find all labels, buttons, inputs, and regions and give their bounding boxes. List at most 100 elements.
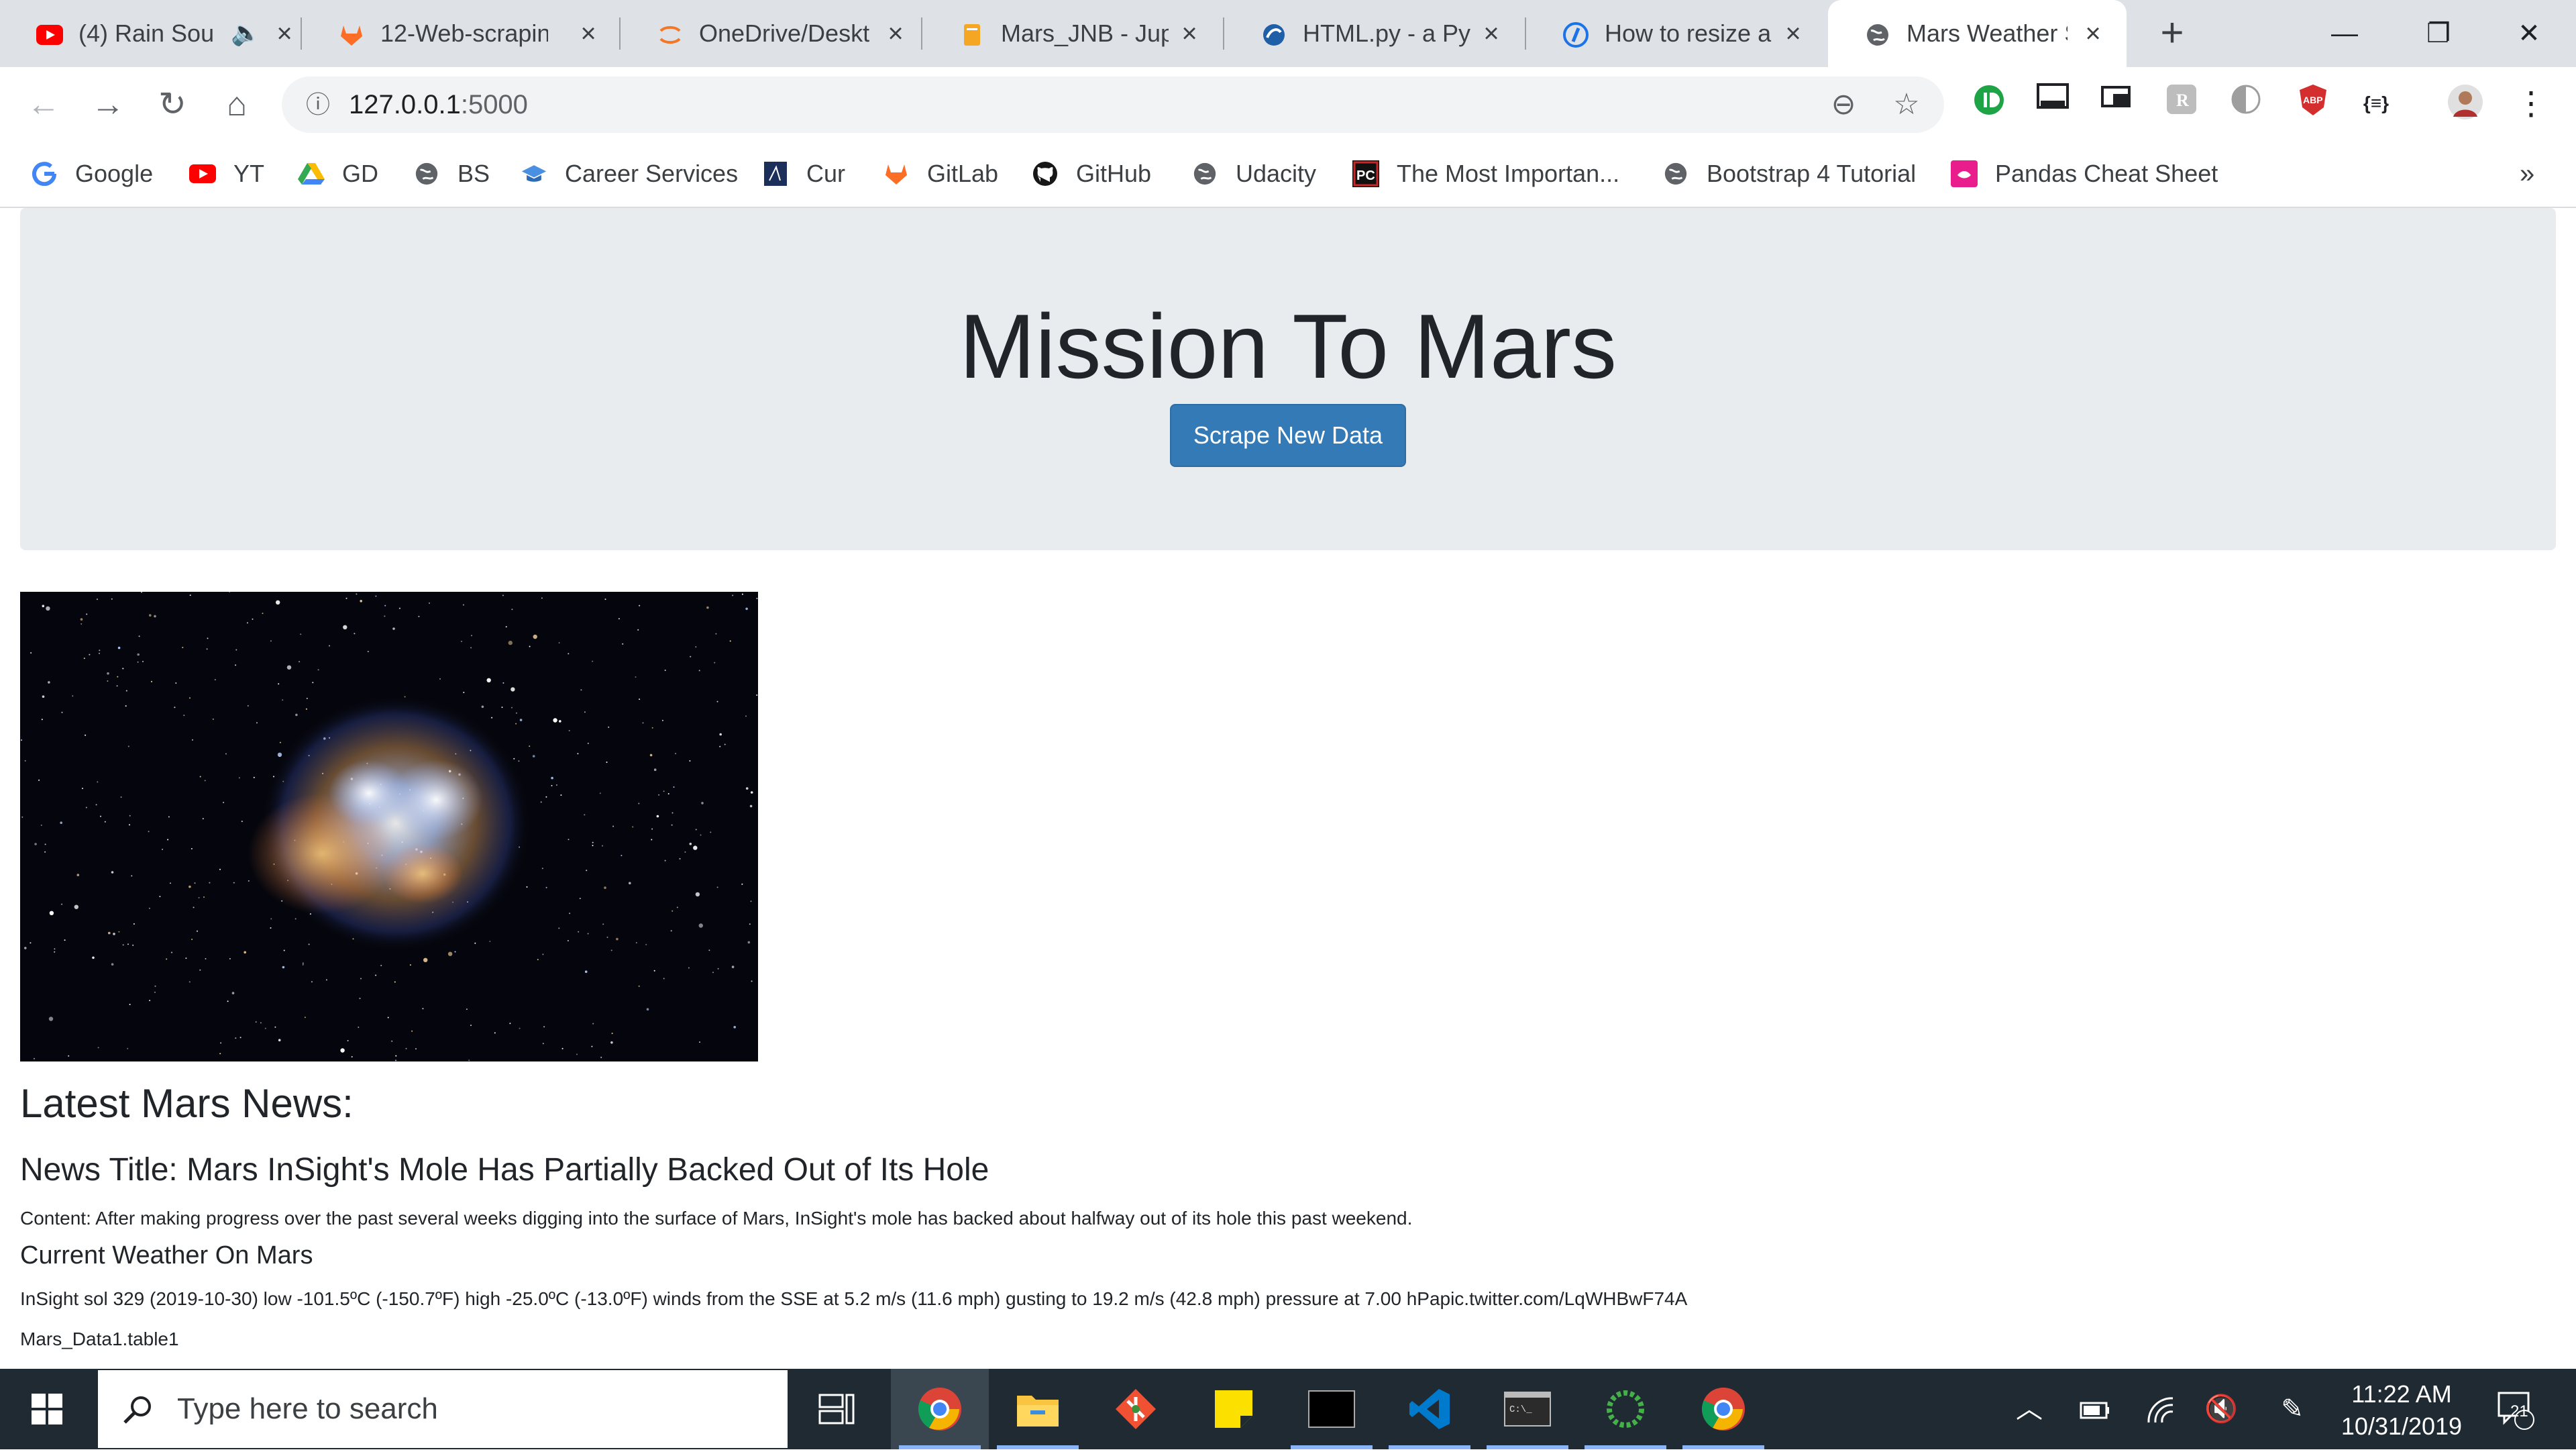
pen-icon[interactable]: ✎ xyxy=(2269,1369,2316,1449)
weather-text: InSight sol 329 (2019-10-30) low -101.5º… xyxy=(20,1288,1688,1309)
taskbar-git[interactable] xyxy=(1087,1369,1185,1449)
search-icon xyxy=(123,1396,151,1424)
show-hidden-icons-button[interactable]: ︿ xyxy=(2006,1369,2053,1449)
volume-muted-icon[interactable]: 🔇 xyxy=(2198,1369,2245,1449)
bookmark-pandas[interactable]: Pandas Cheat Sheet xyxy=(1951,141,2218,207)
terminal-icon xyxy=(1308,1390,1355,1428)
extension-cast-icon[interactable] xyxy=(2097,83,2137,123)
url-text[interactable]: 127.0.0.1:5000 xyxy=(349,76,528,133)
home-button[interactable]: ⌂ xyxy=(213,81,260,127)
bookmark-bootstrap[interactable]: Bootstrap 4 Tutorial xyxy=(1662,141,1916,207)
close-icon[interactable]: × xyxy=(1478,20,1505,47)
scrape-new-data-button[interactable]: Scrape New Data xyxy=(1170,404,1406,467)
close-window-button[interactable]: ✕ xyxy=(2482,0,2576,67)
reload-button[interactable]: ↻ xyxy=(149,81,196,127)
tab-title: HTML.py - a Pyt xyxy=(1303,19,1470,47)
close-icon[interactable]: × xyxy=(2080,20,2106,47)
battery-icon[interactable] xyxy=(2070,1369,2117,1449)
speaker-icon[interactable]: 🔈 xyxy=(231,19,261,47)
extension-reader-icon[interactable]: R xyxy=(2161,83,2202,123)
taskbar-chrome-2[interactable] xyxy=(1674,1369,1772,1449)
taskbar-clock[interactable]: 11:22 AM 10/31/2019 xyxy=(2328,1378,2475,1443)
weather-heading: Current Weather On Mars xyxy=(20,1241,313,1269)
page-viewport: Mission To Mars Scrape New Data Latest M… xyxy=(0,208,2576,1369)
notification-center-icon[interactable]: 21 xyxy=(2486,1369,2546,1449)
minimize-button[interactable]: — xyxy=(2298,0,2392,67)
new-tab-button[interactable]: + xyxy=(2152,13,2192,54)
bookmark-github[interactable]: GitHub xyxy=(1032,141,1151,207)
close-icon[interactable]: × xyxy=(882,20,909,47)
globe-icon xyxy=(413,160,440,187)
wifi-icon[interactable] xyxy=(2137,1369,2184,1449)
globe-icon xyxy=(1191,160,1218,187)
star-icon[interactable]: ☆ xyxy=(1886,85,1927,125)
bookmark-cur[interactable]: Cur xyxy=(762,141,845,207)
clock-time: 11:22 AM xyxy=(2351,1380,2452,1408)
tab-mars-jnb[interactable]: Mars_JNB - Jupy × xyxy=(922,0,1224,67)
git-icon xyxy=(1116,1389,1156,1429)
notebook-icon xyxy=(959,21,985,48)
bookmark-google[interactable]: Google xyxy=(31,141,153,207)
vscode-icon xyxy=(1409,1389,1450,1429)
tab-rain-sounds[interactable]: (4) Rain Sou 🔈 × xyxy=(0,0,302,67)
close-icon[interactable]: × xyxy=(271,20,298,47)
page-title: Mission To Mars xyxy=(959,295,1617,397)
tab-how-to-resize[interactable]: How to resize a × xyxy=(1526,0,1828,67)
bookmark-label: GD xyxy=(342,160,378,187)
news-heading: Latest Mars News: xyxy=(20,1081,354,1126)
json-formatter-icon[interactable]: {≡} xyxy=(2356,83,2396,123)
tab-mars-weather[interactable]: Mars Weather S × xyxy=(1828,0,2127,67)
taskbar-chrome[interactable] xyxy=(891,1369,989,1449)
tab-web-scraping[interactable]: 12-Web-scrapin × xyxy=(302,0,621,67)
tab-strip: (4) Rain Sou 🔈 × 12-Web-scrapin × OneDri… xyxy=(0,0,2576,67)
taskbar-terminal[interactable] xyxy=(1283,1369,1381,1449)
bookmark-gitlab[interactable]: GitLab xyxy=(883,141,998,207)
google-icon xyxy=(31,160,58,187)
pandas-icon xyxy=(1951,160,1978,187)
bookmark-label: GitHub xyxy=(1076,160,1152,187)
python-icon xyxy=(1260,21,1287,48)
nebula-starfield-image xyxy=(20,592,758,1061)
taskbar-file-explorer[interactable] xyxy=(989,1369,1087,1449)
bookmark-bs[interactable]: BS xyxy=(413,141,490,207)
menu-icon[interactable]: ⋮ xyxy=(2508,81,2555,127)
cmd-icon: C:\_ xyxy=(1504,1392,1551,1427)
taskbar-cmd[interactable]: C:\_ xyxy=(1479,1369,1576,1449)
task-view-button[interactable] xyxy=(788,1369,885,1449)
adblock-icon[interactable]: ABP xyxy=(2293,83,2333,123)
bookmarks-overflow-button[interactable]: » xyxy=(2520,141,2534,207)
taskbar-sticky-notes[interactable] xyxy=(1185,1369,1283,1449)
news-content: Content: After making progress over the … xyxy=(20,1208,1413,1229)
close-icon[interactable]: × xyxy=(575,20,602,47)
youtube-icon xyxy=(36,21,63,48)
restore-button[interactable]: ❐ xyxy=(2392,0,2485,67)
svg-text:R: R xyxy=(2176,91,2189,110)
forward-button[interactable]: → xyxy=(85,81,131,127)
table-label: Mars_Data1.table1 xyxy=(20,1329,179,1349)
start-button[interactable] xyxy=(0,1369,94,1449)
tab-html-py[interactable]: HTML.py - a Pyt × xyxy=(1224,0,1526,67)
extension-dark-mode-icon[interactable] xyxy=(2226,83,2266,123)
jumbotron: Mission To Mars Scrape New Data xyxy=(20,208,2556,550)
close-icon[interactable]: × xyxy=(1176,20,1203,47)
tab-title: Mars_JNB - Jupy xyxy=(1001,19,1169,47)
extension-screen-icon[interactable] xyxy=(2033,83,2073,123)
extension-id-icon[interactable] xyxy=(1969,83,2009,123)
bookmark-label: Bootstrap 4 Tutorial xyxy=(1707,160,1917,187)
info-icon[interactable]: ⓘ xyxy=(298,85,338,125)
zoom-icon[interactable]: ⊖ xyxy=(1823,85,1864,125)
bookmark-udacity[interactable]: Udacity xyxy=(1191,141,1316,207)
close-icon[interactable]: × xyxy=(1780,20,1807,47)
bookmark-career-services[interactable]: Career Services xyxy=(521,141,738,207)
taskbar-vscode[interactable] xyxy=(1381,1369,1479,1449)
avatar[interactable] xyxy=(2445,83,2485,123)
taskbar-search-box[interactable]: Type here to search xyxy=(98,1370,788,1448)
bookmark-most-important[interactable]: PC The Most Importan... xyxy=(1352,141,1619,207)
taskbar-anaconda[interactable] xyxy=(1576,1369,1674,1449)
bookmark-gd[interactable]: GD xyxy=(298,141,378,207)
back-button[interactable]: ← xyxy=(20,81,67,127)
news-title: News Title: Mars InSight's Mole Has Part… xyxy=(20,1152,989,1188)
address-bar[interactable]: ⓘ 127.0.0.1:5000 ⊖ ☆ xyxy=(282,76,1944,133)
tab-onedrive[interactable]: OneDrive/Deskt × xyxy=(621,0,922,67)
bookmark-yt[interactable]: YT xyxy=(189,141,264,207)
